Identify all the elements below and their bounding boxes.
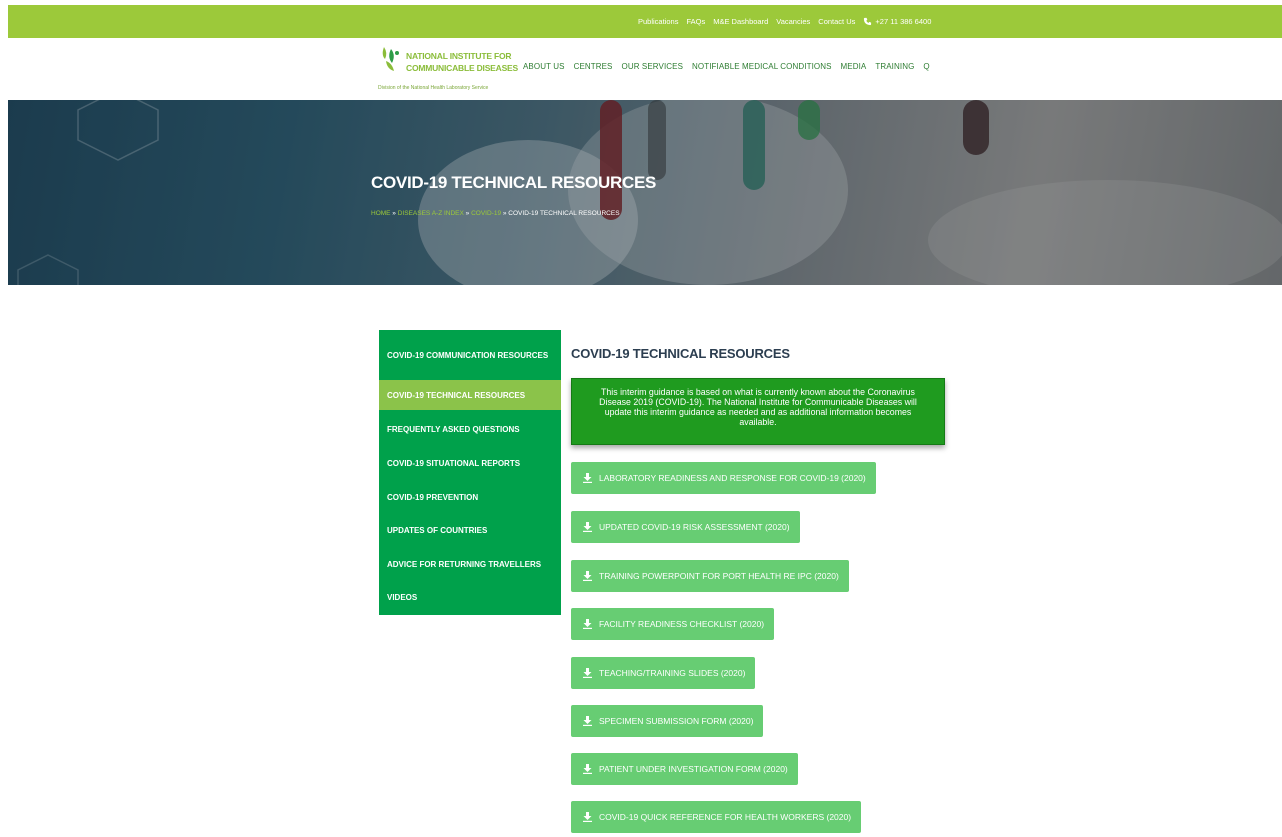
logo-text-line2: COMMUNICABLE DISEASES: [406, 63, 518, 73]
page-title: COVID-19 TECHNICAL RESOURCES: [371, 173, 657, 192]
logo-text-line1: NATIONAL INSTITUTE FOR: [406, 51, 512, 61]
download-quick-reference-button[interactable]: COVID-19 QUICK REFERENCE FOR HEALTH WORK…: [571, 801, 862, 833]
content-heading: COVID-19 TECHNICAL RESOURCES: [571, 346, 790, 361]
sidebar-item-label: COVID-19 COMMUNICATION RESOURCES: [387, 350, 549, 360]
sidebar-item-faq[interactable]: FREQUENTLY ASKED QUESTIONS: [379, 414, 561, 444]
download-label: TRAINING POWERPOINT FOR PORT HEALTH RE I…: [599, 571, 839, 581]
nicd-logo-icon: [382, 47, 399, 71]
download-icon: [583, 522, 592, 532]
sidebar-item-label: VIDEOS: [387, 592, 418, 602]
breadcrumb-current: COVID-19 TECHNICAL RESOURCES: [508, 210, 620, 217]
link-vacancies[interactable]: Vacancies: [776, 17, 810, 26]
sidebar-item-label: COVID-19 PREVENTION: [387, 492, 479, 502]
utility-links: Publications FAQs M&E Dashboard Vacancie…: [638, 5, 931, 38]
download-specimen-form-button[interactable]: SPECIMEN SUBMISSION FORM (2020): [571, 705, 764, 737]
download-label: LABORATORY READINESS AND RESPONSE FOR CO…: [599, 473, 866, 483]
sidebar-item-returning-travellers[interactable]: ADVICE FOR RETURNING TRAVELLERS: [379, 549, 561, 579]
sidebar-menu: COVID-19 COMMUNICATION RESOURCES COVID-1…: [379, 330, 561, 615]
breadcrumb-separator: »: [463, 210, 472, 217]
main-navigation: ABOUT US CENTRES OUR SERVICES NOTIFIABLE…: [523, 62, 930, 71]
breadcrumb-diseases-index[interactable]: DISEASES A-Z INDEX: [398, 210, 464, 217]
breadcrumb-covid19[interactable]: COVID-19: [471, 210, 501, 217]
sidebar-item-label: UPDATES OF COUNTRIES: [387, 525, 488, 535]
download-facility-checklist-button[interactable]: FACILITY READINESS CHECKLIST (2020): [571, 608, 775, 640]
breadcrumb-home[interactable]: HOME: [371, 210, 391, 217]
download-label: TEACHING/TRAINING SLIDES (2020): [599, 668, 746, 678]
logo-subtitle: Division of the National Health Laborato…: [378, 85, 489, 91]
nav-search[interactable]: Q: [923, 62, 929, 71]
nav-notifiable-medical-conditions[interactable]: NOTIFIABLE MEDICAL CONDITIONS: [692, 62, 832, 71]
hero-banner: COVID-19 TECHNICAL RESOURCES HOME » DISE…: [8, 100, 1282, 285]
download-icon: [583, 668, 592, 678]
download-icon: [583, 619, 592, 629]
sidebar-item-communication-resources[interactable]: COVID-19 COMMUNICATION RESOURCES: [379, 330, 561, 380]
download-pui-form-button[interactable]: PATIENT UNDER INVESTIGATION FORM (2020): [571, 753, 798, 785]
sidebar-item-label: COVID-19 TECHNICAL RESOURCES: [387, 390, 526, 400]
phone-link[interactable]: +27 11 386 6400: [863, 17, 931, 26]
download-icon: [583, 764, 592, 774]
sidebar-item-technical-resources[interactable]: COVID-19 TECHNICAL RESOURCES: [379, 380, 561, 410]
link-publications[interactable]: Publications: [638, 17, 678, 26]
top-utility-bar: Publications FAQs M&E Dashboard Vacancie…: [8, 5, 1282, 38]
sidebar-item-label: COVID-19 SITUATIONAL REPORTS: [387, 458, 521, 468]
download-icon: [583, 571, 592, 581]
download-label: UPDATED COVID-19 RISK ASSESSMENT (2020): [599, 522, 790, 532]
download-training-slides-button[interactable]: TEACHING/TRAINING SLIDES (2020): [571, 657, 756, 689]
link-contact-us[interactable]: Contact Us: [818, 17, 855, 26]
download-port-health-training-button[interactable]: TRAINING POWERPOINT FOR PORT HEALTH RE I…: [571, 560, 849, 592]
sidebar-item-videos[interactable]: VIDEOS: [379, 582, 561, 612]
link-me-dashboard[interactable]: M&E Dashboard: [713, 17, 768, 26]
nav-our-services[interactable]: OUR SERVICES: [622, 62, 684, 71]
nav-training[interactable]: TRAINING: [875, 62, 914, 71]
download-label: FACILITY READINESS CHECKLIST (2020): [599, 619, 765, 629]
nav-centres[interactable]: CENTRES: [574, 62, 613, 71]
download-lab-readiness-button[interactable]: LABORATORY READINESS AND RESPONSE FOR CO…: [571, 462, 876, 494]
sidebar-item-label: ADVICE FOR RETURNING TRAVELLERS: [387, 559, 542, 569]
download-risk-assessment-button[interactable]: UPDATED COVID-19 RISK ASSESSMENT (2020): [571, 511, 800, 543]
download-icon: [583, 473, 592, 483]
link-faqs[interactable]: FAQs: [686, 17, 705, 26]
site-header: NATIONAL INSTITUTE FOR COMMUNICABLE DISE…: [8, 38, 1282, 100]
site-logo[interactable]: NATIONAL INSTITUTE FOR COMMUNICABLE DISE…: [374, 42, 526, 96]
download-label: SPECIMEN SUBMISSION FORM (2020): [599, 716, 754, 726]
download-icon: [583, 716, 592, 726]
nav-media[interactable]: MEDIA: [841, 62, 867, 71]
phone-icon: [864, 17, 872, 26]
phone-number: +27 11 386 6400: [875, 17, 932, 26]
download-icon: [583, 812, 592, 822]
guidance-notice: This interim guidance is based on what i…: [571, 378, 945, 445]
download-label: PATIENT UNDER INVESTIGATION FORM (2020): [599, 764, 788, 774]
download-label: COVID-19 QUICK REFERENCE FOR HEALTH WORK…: [599, 812, 852, 822]
sidebar-item-prevention[interactable]: COVID-19 PREVENTION: [379, 482, 561, 512]
nav-about-us[interactable]: ABOUT US: [523, 62, 565, 71]
sidebar-item-label: FREQUENTLY ASKED QUESTIONS: [387, 424, 520, 434]
sidebar-item-situational-reports[interactable]: COVID-19 SITUATIONAL REPORTS: [379, 448, 561, 478]
breadcrumb: HOME » DISEASES A-Z INDEX » COVID-19 » C…: [371, 210, 620, 217]
sidebar-item-updates-of-countries[interactable]: UPDATES OF COUNTRIES: [379, 515, 561, 545]
breadcrumb-separator: »: [390, 210, 398, 217]
